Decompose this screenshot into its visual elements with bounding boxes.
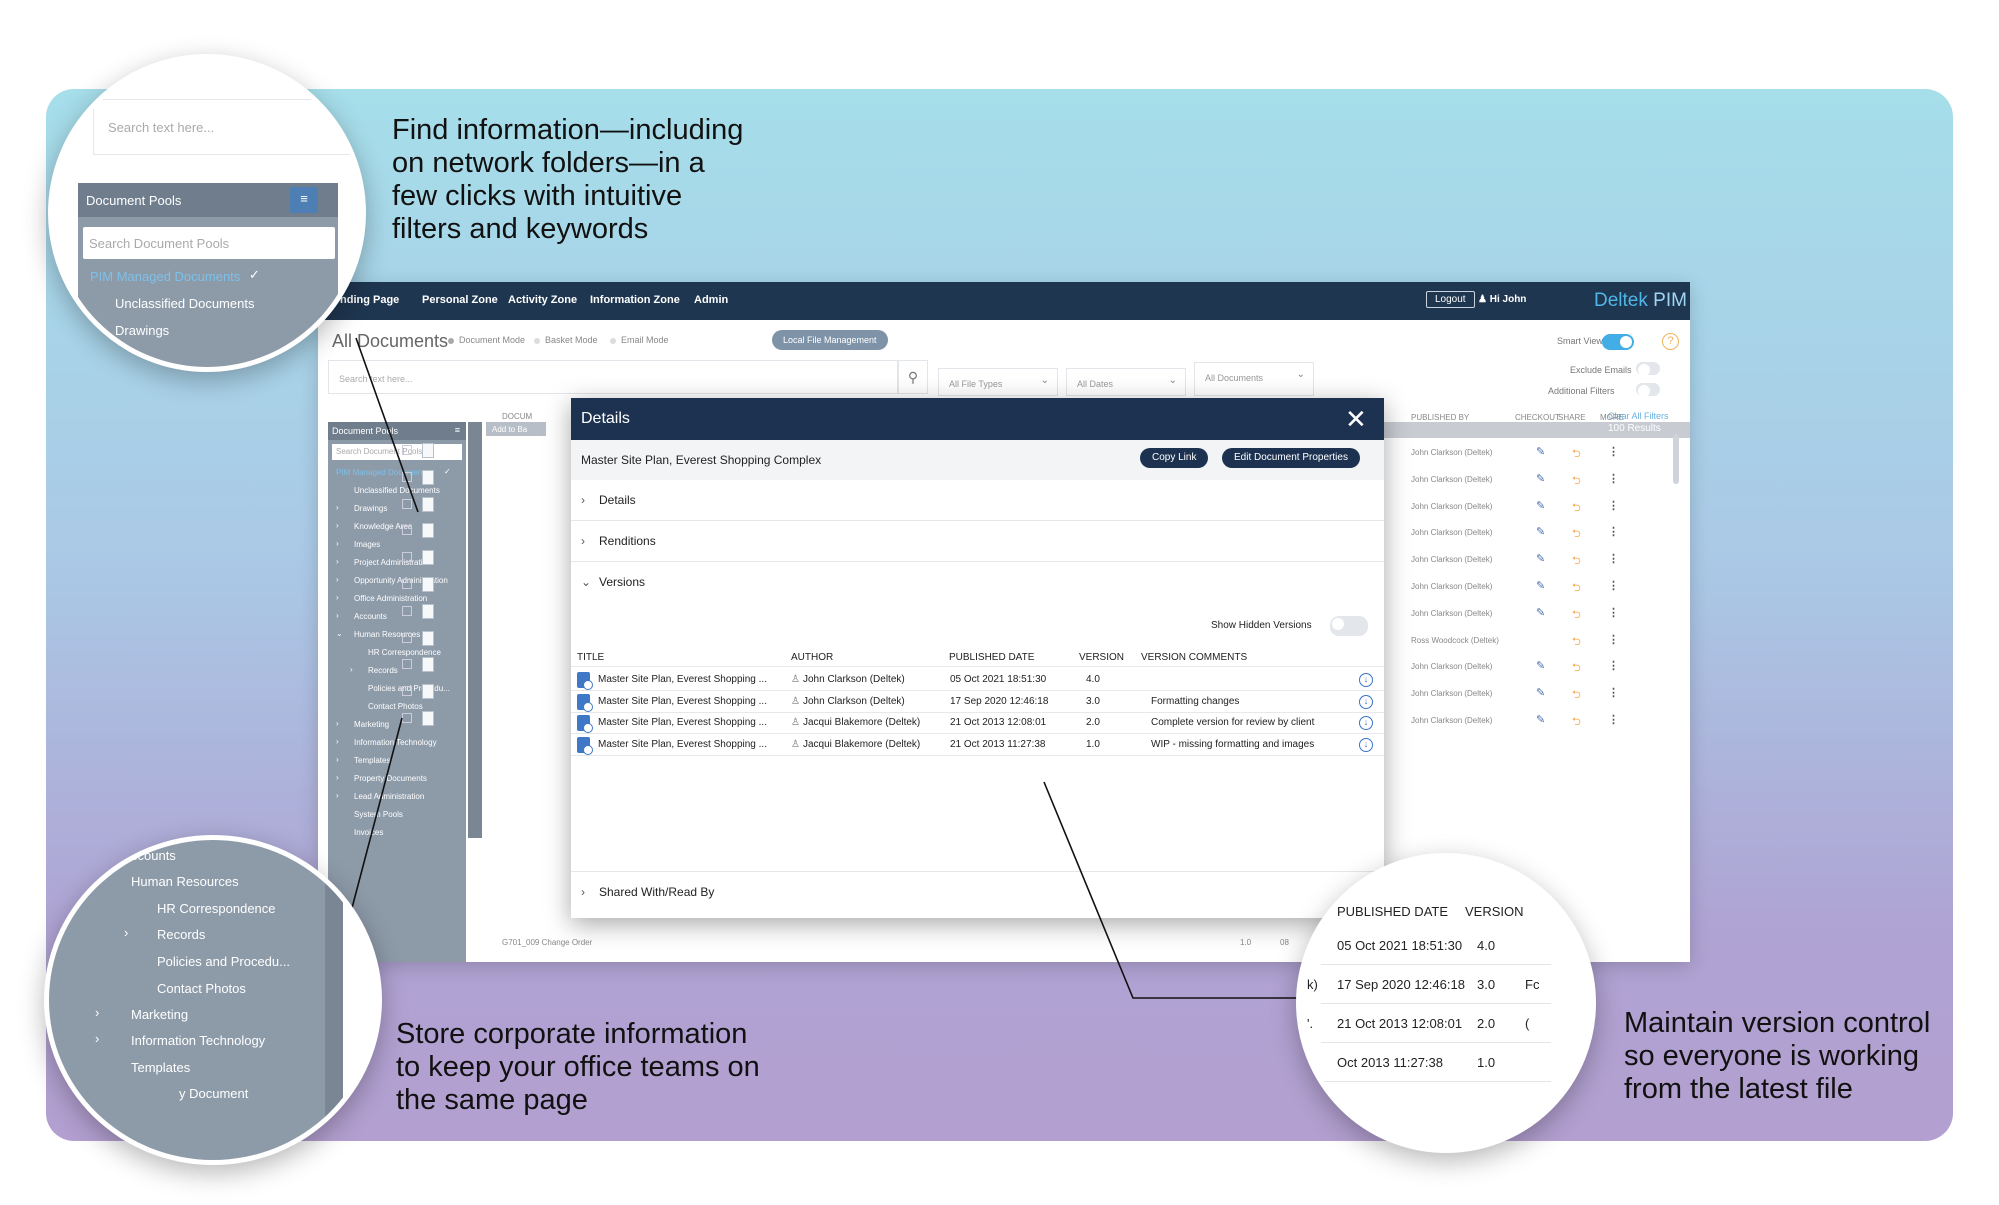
zoom2-item-hr-correspondence[interactable]: HR Correspondence <box>157 901 276 916</box>
connector-line-left <box>351 717 403 909</box>
zoom-search-input[interactable]: Search text here... <box>93 99 353 155</box>
zoom3-row-divider <box>1321 1042 1551 1043</box>
zoom-item-unclassified[interactable]: Unclassified Documents <box>115 296 254 311</box>
zoom-pools-title: Document Pools <box>86 193 182 208</box>
zoom2-item-information-technology[interactable]: Information Technology <box>131 1033 265 1048</box>
zoom2-item-templates[interactable]: Templates <box>131 1060 190 1075</box>
zoom3-row-suffix: ( <box>1525 1016 1530 1031</box>
chevron-right-icon[interactable]: › <box>124 925 128 940</box>
connector-line-right <box>1043 781 1302 999</box>
zoom3-version-cell: 2.0 <box>1477 1016 1496 1031</box>
zoom3-row-divider <box>1321 1003 1551 1004</box>
zoom-circle-search: Search text here... Document Pools ≡ Sea… <box>48 54 366 372</box>
zoom-pools-search-placeholder: Search Document Pools <box>89 236 230 251</box>
zoom3-row-prefix: k) <box>1307 977 1318 992</box>
chevron-right-icon[interactable]: › <box>95 1005 99 1020</box>
zoom2-item-marketing[interactable]: Marketing <box>131 1007 188 1022</box>
marketing-stage: Find information—including on network fo… <box>0 0 1999 1205</box>
check-icon: ✓ <box>249 267 260 282</box>
zoom-sidebar-scrollbar[interactable] <box>325 840 343 1160</box>
zoom3-date-cell: 21 Oct 2013 12:08:01 <box>1337 1016 1463 1031</box>
zoom3-header-version: VERSION <box>1465 904 1524 919</box>
zoom2-item-contact-photos[interactable]: Contact Photos <box>157 981 246 996</box>
zoom-item-drawings[interactable]: Drawings <box>115 323 169 338</box>
zoom2-item-accounts[interactable]: ccounts <box>131 848 176 863</box>
connector-line-top <box>355 337 419 513</box>
zoom-pools-search-input[interactable]: Search Document Pools <box>83 227 335 259</box>
zoom3-row-divider <box>1321 1081 1551 1082</box>
zoom2-item-records[interactable]: Records <box>157 927 205 942</box>
zoom-item-pim-managed[interactable]: PIM Managed Documents <box>90 269 240 284</box>
zoom3-header-published-date: PUBLISHED DATE <box>1337 904 1449 919</box>
zoom3-date-cell: Oct 2013 11:27:38 <box>1337 1055 1444 1070</box>
zoom3-version-cell: 3.0 <box>1477 977 1496 992</box>
chevron-right-icon[interactable]: › <box>95 1031 99 1046</box>
zoom-circle-versions: PUBLISHED DATE VERSION ) 05 Oct 2021 18:5… <box>1296 853 1596 1153</box>
zoom3-row-prefix: '. <box>1307 1016 1314 1031</box>
collapse-icon[interactable]: ≡ <box>290 187 318 213</box>
zoom2-item-policies[interactable]: Policies and Procedu... <box>157 954 290 969</box>
zoom3-row-divider <box>1321 964 1551 965</box>
zoom3-date-cell: 17 Sep 2020 12:46:18 <box>1337 977 1465 992</box>
zoom-search-placeholder: Search text here... <box>108 120 215 135</box>
zoom2-item-human-resources[interactable]: Human Resources <box>131 874 239 889</box>
zoom3-row-suffix: Fc <box>1525 977 1540 992</box>
zoom3-row-prefix: ) <box>1307 938 1312 953</box>
zoom3-date-cell: 05 Oct 2021 18:51:30 <box>1337 938 1463 953</box>
zoom3-version-cell: 1.0 <box>1477 1055 1496 1070</box>
zoom2-item-property-documents[interactable]: y Document <box>179 1086 248 1101</box>
zoom3-version-cell: 4.0 <box>1477 938 1496 953</box>
zoom-pools-header: Document Pools ≡ <box>78 183 338 217</box>
zoom-circle-sidebar: ccounts ⌄ Human Resources HR Corresponde… <box>44 835 382 1165</box>
chevron-down-icon[interactable]: ⌄ <box>95 870 106 886</box>
